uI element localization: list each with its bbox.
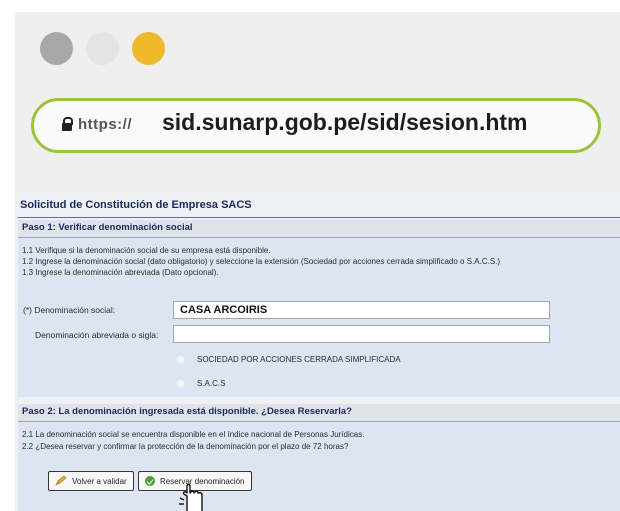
window-dot-minimize[interactable] xyxy=(86,32,119,65)
step1-instruction: 1.2 Ingrese la denominación social (dato… xyxy=(22,257,501,266)
lock-icon xyxy=(62,117,73,131)
option-label: S.A.C.S xyxy=(197,379,226,388)
step2-header: Paso 2: La denominación ingresada está d… xyxy=(18,404,620,422)
abreviada-input[interactable] xyxy=(173,325,550,343)
abreviada-label: Denominación abreviada o sigla: xyxy=(35,330,159,340)
radio-button[interactable] xyxy=(176,379,185,388)
url-host: sid.sunarp.gob.pe/sid/sesion.htm xyxy=(162,109,528,135)
pencil-icon xyxy=(55,476,67,486)
check-circle-icon xyxy=(145,476,155,486)
option-label: SOCIEDAD POR ACCIONES CERRADA SIMPLIFICA… xyxy=(197,355,401,364)
option-sacs-short[interactable]: S.A.C.S xyxy=(176,379,225,388)
denominacion-label: (*) Denominación social: xyxy=(23,305,116,315)
sunarp-form: Solicitud de Constitución de Empresa SAC… xyxy=(15,188,620,511)
option-sacs-full[interactable]: SOCIEDAD POR ACCIONES CERRADA SIMPLIFICA… xyxy=(176,355,401,364)
step2-heading: Paso 2: La denominación ingresada está d… xyxy=(22,406,352,417)
url-protocol: https:// xyxy=(78,116,132,133)
window-dot-close[interactable] xyxy=(40,32,73,65)
page-title: Solicitud de Constitución de Empresa SAC… xyxy=(20,199,252,211)
validate-again-button[interactable]: Volver a validar xyxy=(48,471,134,491)
radio-button[interactable] xyxy=(176,355,185,364)
validate-again-label: Volver a validar xyxy=(72,476,127,486)
title-divider xyxy=(18,217,620,218)
step1-instruction: 1.1 Verifique si la denominación social … xyxy=(22,246,271,255)
denominacion-value: CASA ARCOIRIS xyxy=(180,304,268,316)
step1-header: Paso 1: Verificar denominación social xyxy=(18,220,620,238)
step1-instruction: 1.3 Ingrese la denominación abreviada (D… xyxy=(22,268,219,277)
step2-panel: Paso 2: La denominación ingresada está d… xyxy=(18,404,620,511)
step1-panel: Paso 1: Verificar denominación social 1.… xyxy=(18,220,620,397)
address-bar[interactable]: https:// sid.sunarp.gob.pe/sid/sesion.ht… xyxy=(31,98,601,153)
step2-instruction: 2.2 ¿Desea reservar y confirmar la prote… xyxy=(22,442,349,451)
step2-instruction: 2.1 La denominación social se encuentra … xyxy=(22,430,365,439)
browser-window: https:// sid.sunarp.gob.pe/sid/sesion.ht… xyxy=(15,12,620,188)
step1-heading: Paso 1: Verificar denominación social xyxy=(22,222,193,233)
denominacion-input[interactable]: CASA ARCOIRIS xyxy=(173,301,550,319)
window-dot-maximize[interactable] xyxy=(132,32,165,65)
window-controls xyxy=(40,32,165,65)
hand-cursor-icon xyxy=(179,484,203,511)
